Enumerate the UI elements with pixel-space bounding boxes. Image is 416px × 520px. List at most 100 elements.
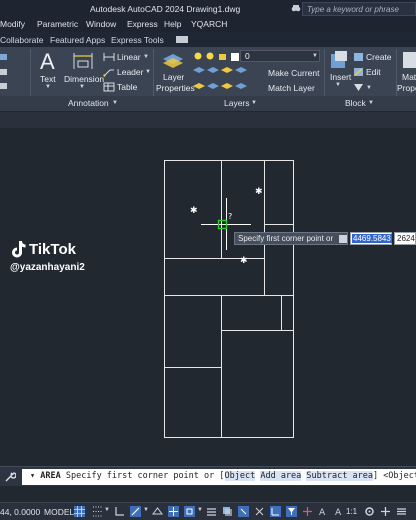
tiktok-handle: @yazanhayani2: [10, 262, 85, 273]
option-subtract-area[interactable]: Subtract area: [306, 471, 373, 481]
create-button[interactable]: Create: [366, 52, 392, 62]
layer-label-line1: Layer: [163, 72, 185, 82]
match-layer-button[interactable]: Match Layer: [268, 83, 315, 93]
leader-icon[interactable]: [103, 67, 115, 77]
plus-icon[interactable]: [380, 506, 391, 517]
insert-icon[interactable]: [329, 50, 349, 70]
dynamic-input-tooltip: Specify first corner point or: [234, 232, 348, 245]
modify-tools-icon[interactable]: [0, 52, 10, 92]
floor-plan-drawing: ✱ ✱ ✱ ?: [164, 160, 294, 438]
status-bar: 44, 0.0000 MODEL ▼ ▼ ▼ A A 1:1: [0, 502, 416, 520]
annotation-visibility-icon[interactable]: A: [318, 506, 329, 517]
customization-menu-icon[interactable]: [396, 506, 407, 517]
coordinate-x-input[interactable]: 4469.5843: [350, 232, 392, 245]
create-block-icon[interactable]: [353, 52, 364, 62]
selection-cycling-icon[interactable]: [238, 506, 249, 517]
command-name: AREA: [40, 471, 61, 481]
make-current-button[interactable]: Make Current: [268, 68, 320, 78]
object-snap-tracking-icon[interactable]: [168, 506, 179, 517]
caret-icon[interactable]: ▼: [143, 507, 149, 513]
option-object[interactable]: Object: [224, 471, 256, 481]
tab-express-tools[interactable]: Express Tools: [111, 35, 164, 45]
isodraft-icon[interactable]: [152, 506, 163, 517]
search-input[interactable]: Type a keyword or phrase: [302, 2, 416, 16]
tab-featured-apps[interactable]: Featured Apps: [50, 35, 105, 45]
properties-label: Prope: [397, 83, 416, 93]
chevron-down-icon: ▼: [312, 53, 318, 59]
object-snap-icon[interactable]: [184, 506, 195, 517]
binoculars-icon[interactable]: [291, 3, 301, 13]
caret-icon: ▼: [366, 85, 372, 91]
table-icon[interactable]: [103, 82, 115, 92]
wrench-icon[interactable]: [4, 471, 16, 483]
svg-text:A: A: [335, 508, 342, 517]
ortho-icon[interactable]: [114, 506, 125, 517]
menu-yqarch[interactable]: YQARCH: [191, 19, 227, 29]
coordinate-y-input[interactable]: 2624.: [394, 232, 416, 245]
text-icon[interactable]: A: [38, 50, 58, 72]
insert-button[interactable]: Insert: [330, 72, 351, 82]
dimension-icon[interactable]: [72, 52, 94, 70]
grip-marker: ✱: [240, 256, 248, 266]
match-properties-button[interactable]: Mat: [402, 72, 416, 82]
command-input[interactable]: ▾ AREA Specify first corner point or [Ob…: [22, 469, 416, 485]
selection-filter-icon[interactable]: [286, 506, 297, 517]
block-attribute-icon[interactable]: [353, 82, 364, 92]
model-space-button[interactable]: MODEL: [44, 507, 74, 517]
snap-grid-icon[interactable]: [92, 506, 103, 517]
coordinate-y-value: 2624.: [397, 234, 416, 243]
coordinate-x-value: 4469.5843: [352, 234, 392, 243]
annotation-scale-icon[interactable]: A: [334, 506, 345, 517]
tiktok-logo-icon: [12, 241, 26, 258]
linear-icon[interactable]: [103, 52, 115, 62]
edit-block-icon[interactable]: [353, 67, 364, 77]
menu-modify[interactable]: Modify: [0, 19, 25, 29]
annotation-panel-title[interactable]: Annotation: [68, 98, 109, 108]
polar-tracking-icon[interactable]: [130, 506, 141, 517]
dynamic-ucs-icon[interactable]: [270, 506, 281, 517]
annotation-scale-value[interactable]: 1:1: [346, 507, 357, 516]
options-arrow-icon[interactable]: [339, 235, 347, 243]
dimension-button[interactable]: Dimension: [64, 74, 104, 84]
command-prompt: ▾ AREA Specify first corner point or [Ob…: [30, 471, 416, 481]
menu-express[interactable]: Express: [127, 19, 158, 29]
layer-tools-icons[interactable]: [193, 66, 249, 94]
block-panel-title[interactable]: Block: [345, 98, 366, 108]
ribbon-toggle-icon[interactable]: [176, 36, 188, 43]
caret-icon[interactable]: ▼: [197, 507, 203, 513]
grid-icon[interactable]: [74, 506, 85, 517]
match-properties-icon[interactable]: [401, 50, 416, 70]
caret-icon: ▼: [145, 69, 151, 75]
leader-button[interactable]: Leader: [117, 67, 143, 77]
status-coordinates: 44, 0.0000: [0, 507, 41, 517]
table-button[interactable]: Table: [117, 82, 137, 92]
command-prompt-text: Specify first corner point or [: [65, 471, 225, 481]
menu-parametric[interactable]: Parametric: [37, 19, 78, 29]
caret-icon: ▼: [79, 84, 85, 90]
tab-collaborate[interactable]: Collaborate: [0, 35, 43, 45]
layer-properties-button[interactable]: Properties: [156, 83, 195, 93]
layer-dropdown[interactable]: 0 ▼: [240, 50, 320, 62]
lineweight-icon[interactable]: [206, 506, 217, 517]
gizmo-icon[interactable]: [302, 506, 313, 517]
menu-window[interactable]: Window: [86, 19, 116, 29]
linear-button[interactable]: Linear: [117, 52, 141, 62]
menu-help[interactable]: Help: [164, 19, 181, 29]
caret-icon[interactable]: ▼: [104, 507, 110, 513]
transparency-icon[interactable]: [222, 506, 233, 517]
workspace-gear-icon[interactable]: [364, 506, 375, 517]
tooltip-prompt: Specify first corner point or: [238, 234, 334, 243]
option-add-area[interactable]: Add area: [260, 471, 302, 481]
layer-properties-icon[interactable]: [162, 52, 184, 70]
tiktok-name: TikTok: [29, 241, 76, 258]
file-tab-bar: [0, 112, 416, 128]
current-layer-value: 0: [245, 51, 250, 61]
window-title: Autodesk AutoCAD 2024 Drawing1.dwg: [90, 4, 241, 14]
caret-icon: ▼: [251, 100, 257, 106]
3d-osnap-icon[interactable]: [254, 506, 265, 517]
text-button[interactable]: Text: [40, 74, 56, 84]
edit-button[interactable]: Edit: [366, 67, 381, 77]
command-suffix: ] <Object>:: [372, 471, 416, 481]
layers-panel-title[interactable]: Layers: [224, 98, 250, 108]
grip-marker: ✱: [255, 187, 263, 197]
